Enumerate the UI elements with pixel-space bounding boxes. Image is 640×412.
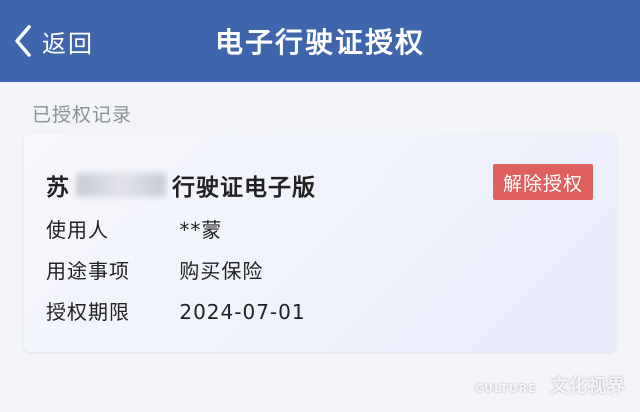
navigation-bar: 返回 电子行驶证授权: [0, 0, 640, 82]
chevron-left-icon: [15, 25, 31, 57]
record-title: 苏 行驶证电子版: [46, 168, 316, 202]
field-row-user: 使用人 **蒙: [46, 214, 222, 243]
field-label: 授权期限: [46, 300, 130, 324]
field-row-purpose: 用途事项 购买保险: [46, 255, 263, 284]
field-value: 2024-07-01: [179, 300, 306, 324]
watermark-latin: CULTURE: [475, 382, 537, 395]
field-value: 购买保险: [179, 259, 264, 283]
field-row-expiry: 授权期限 2024-07-01: [46, 296, 306, 325]
back-label: 返回: [42, 29, 94, 58]
authorization-record-card: 苏 行驶证电子版 解除授权 使用人 **蒙 用途事项 购买保险 授权期限 202…: [24, 134, 616, 352]
plate-province: 苏: [46, 175, 70, 201]
section-label: 已授权记录: [32, 104, 133, 126]
plate-number-blurred: [76, 173, 166, 197]
field-label: 使用人: [46, 218, 109, 242]
back-button[interactable]: 返回: [14, 0, 94, 82]
page-title: 电子行驶证授权: [214, 26, 425, 59]
revoke-authorization-button[interactable]: 解除授权: [493, 164, 593, 200]
watermark-text: 文化视界: [550, 376, 626, 397]
field-label: 用途事项: [46, 259, 130, 283]
record-title-suffix: 行驶证电子版: [172, 175, 316, 201]
watermark: CULTURE 文化视界: [475, 372, 626, 398]
field-value: **蒙: [179, 218, 223, 242]
